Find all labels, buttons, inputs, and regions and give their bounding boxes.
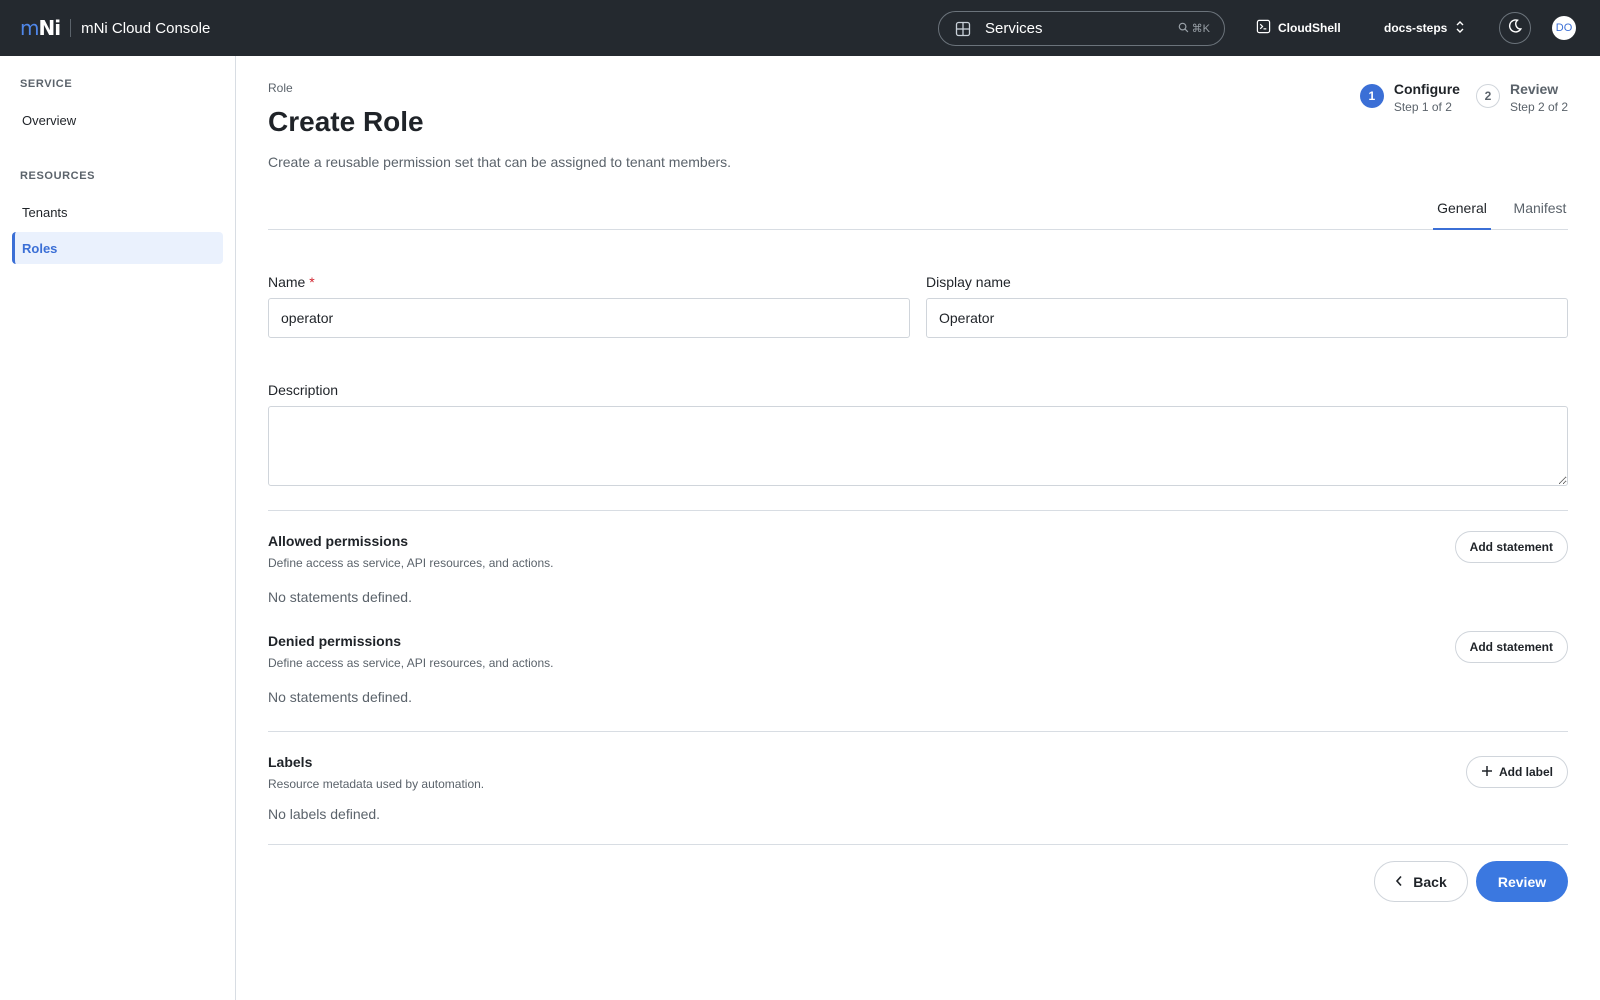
search-label: Services bbox=[985, 20, 1043, 37]
add-allowed-statement-button[interactable]: Add statement bbox=[1454, 531, 1568, 563]
brand[interactable]: m Ni mNi Cloud Console bbox=[20, 0, 210, 56]
main-content: Role Create Role Create a reusable permi… bbox=[268, 56, 1568, 1000]
breadcrumb[interactable]: Role bbox=[268, 81, 293, 95]
divider bbox=[268, 731, 1568, 732]
add-label-button[interactable]: Add label bbox=[1465, 756, 1568, 788]
name-input[interactable] bbox=[268, 298, 910, 338]
services-search[interactable]: Services ⌘K bbox=[938, 11, 1225, 46]
sidebar-heading-resources: RESOURCES bbox=[20, 170, 96, 182]
required-mark: * bbox=[309, 274, 315, 290]
sidebar: SERVICE Overview RESOURCES Tenants Roles bbox=[0, 56, 236, 1000]
sidebar-item-roles[interactable]: Roles bbox=[12, 232, 223, 264]
page-title: Create Role bbox=[268, 106, 424, 137]
page-subtitle: Create a reusable permission set that ca… bbox=[268, 154, 732, 170]
step-title: Configure bbox=[1393, 81, 1460, 97]
back-button[interactable]: Back bbox=[1374, 861, 1468, 902]
tab-general[interactable]: General bbox=[1433, 194, 1491, 230]
divider bbox=[268, 510, 1568, 511]
step-subtitle: Step 1 of 2 bbox=[1393, 100, 1452, 114]
allowed-permissions-description: Define access as service, API resources,… bbox=[268, 556, 554, 570]
step-number: 2 bbox=[1475, 84, 1500, 108]
search-shortcut: ⌘K bbox=[1178, 22, 1210, 36]
project-label: docs-steps bbox=[1384, 21, 1448, 35]
plus-icon bbox=[1481, 765, 1493, 780]
step-number: 1 bbox=[1359, 84, 1384, 108]
description-textarea[interactable] bbox=[268, 406, 1568, 486]
project-selector[interactable]: docs-steps bbox=[1384, 0, 1465, 56]
step-configure[interactable]: 1 Configure Step 1 of 2 bbox=[1359, 80, 1460, 116]
step-review[interactable]: 2 Review Step 2 of 2 bbox=[1475, 80, 1568, 116]
divider bbox=[268, 844, 1568, 845]
add-label-text: Add label bbox=[1498, 765, 1553, 779]
shortcut-text: ⌘K bbox=[1191, 23, 1210, 35]
sidebar-item-overview[interactable]: Overview bbox=[12, 104, 223, 136]
tab-manifest[interactable]: Manifest bbox=[1512, 194, 1568, 230]
display-name-input[interactable] bbox=[926, 298, 1568, 338]
review-button[interactable]: Review bbox=[1476, 861, 1568, 902]
denied-permissions-title: Denied permissions bbox=[268, 633, 402, 649]
brand-divider bbox=[70, 19, 72, 37]
denied-permissions-description: Define access as service, API resources,… bbox=[268, 656, 554, 670]
sidebar-item-tenants[interactable]: Tenants bbox=[12, 196, 223, 228]
display-name-label: Display name bbox=[926, 274, 1011, 290]
top-bar: m Ni mNi Cloud Console Services ⌘K CloudS… bbox=[0, 0, 1600, 56]
chevron-up-down-icon bbox=[1455, 20, 1465, 37]
avatar[interactable]: DO bbox=[1552, 16, 1576, 40]
description-label: Description bbox=[268, 382, 339, 398]
step-title: Review bbox=[1509, 81, 1559, 97]
sidebar-heading-service: SERVICE bbox=[20, 78, 73, 90]
grid-icon bbox=[955, 21, 971, 37]
cloudshell-button[interactable]: CloudShell bbox=[1256, 0, 1341, 56]
labels-description: Resource metadata used by automation. bbox=[268, 777, 485, 791]
allowed-empty-text: No statements defined. bbox=[268, 589, 412, 605]
logo: m Ni bbox=[20, 16, 61, 40]
app-title: mNi Cloud Console bbox=[81, 19, 211, 37]
moon-icon bbox=[1507, 18, 1523, 39]
wizard-stepper: 1 Configure Step 1 of 2 2 Review Step 2 … bbox=[1359, 80, 1568, 116]
cloudshell-label: CloudShell bbox=[1278, 21, 1341, 35]
chevron-left-icon bbox=[1395, 874, 1403, 890]
tab-bar: General Manifest bbox=[268, 194, 1568, 230]
back-label: Back bbox=[1413, 873, 1447, 890]
labels-title: Labels bbox=[268, 754, 313, 770]
allowed-permissions-title: Allowed permissions bbox=[268, 533, 409, 549]
denied-empty-text: No statements defined. bbox=[268, 689, 412, 705]
search-icon bbox=[1178, 22, 1189, 36]
add-denied-statement-button[interactable]: Add statement bbox=[1454, 631, 1568, 663]
step-subtitle: Step 2 of 2 bbox=[1509, 100, 1568, 114]
theme-toggle-button[interactable] bbox=[1499, 12, 1531, 44]
terminal-icon bbox=[1256, 19, 1271, 37]
labels-empty-text: No labels defined. bbox=[268, 806, 381, 822]
name-label: Name * bbox=[268, 274, 315, 290]
